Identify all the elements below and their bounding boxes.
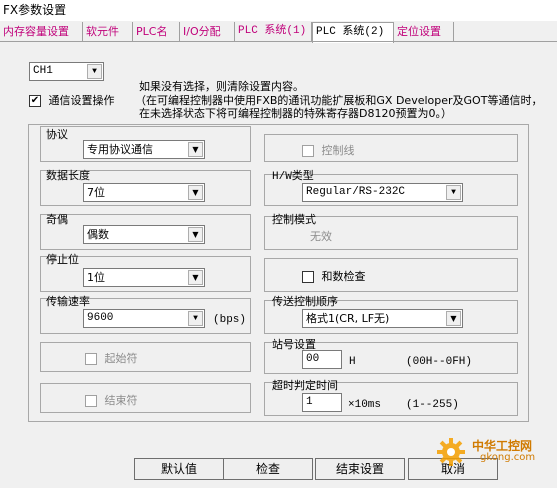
timeout-input[interactable]: 1	[302, 393, 342, 412]
trans-ctrl-label: 传送控制顺序	[272, 295, 338, 308]
tab-plc-system-2[interactable]: PLC 系统(2)	[312, 22, 394, 43]
station-range: (00H--0FH)	[406, 356, 473, 368]
protocol-select[interactable]: 专用协议通信 ▼	[83, 140, 205, 159]
end-char-checkbox[interactable]: 结束符	[85, 392, 138, 408]
hw-type-select[interactable]: Regular/RS-232C ▼	[302, 183, 463, 202]
comm-setting-checkbox[interactable]: ✔ 通信设置操作	[29, 92, 115, 108]
start-char-checkbox[interactable]: 起始符	[85, 350, 138, 366]
tab-plc-name[interactable]: PLC名	[133, 22, 180, 42]
window-title: FX参数设置	[0, 0, 557, 21]
baud-rate-label: 传输速率	[46, 295, 90, 308]
parity-value: 偶数	[87, 228, 109, 241]
data-length-select[interactable]: 7位 ▼	[83, 183, 205, 202]
gkong-watermark: 中华工控网 gkong.com	[436, 435, 552, 467]
hw-type-label: H/W类型	[272, 171, 314, 183]
hw-type-value: Regular/RS-232C	[306, 186, 406, 198]
checkbox-checked-icon: ✔	[29, 95, 41, 107]
control-line-label: 控制线	[321, 144, 355, 157]
baud-rate-value: 9600	[87, 312, 114, 324]
stop-bit-value: 1位	[87, 271, 105, 284]
chevron-down-icon: ▼	[188, 270, 203, 285]
start-char-group	[40, 342, 251, 372]
start-char-label: 起始符	[104, 352, 138, 365]
chevron-down-icon: ▼	[446, 185, 461, 200]
data-length-value: 7位	[87, 186, 105, 199]
end-setting-button[interactable]: 结束设置	[315, 458, 405, 480]
data-length-label: 数据长度	[46, 169, 90, 182]
watermark-url: gkong.com	[480, 452, 536, 463]
check-button[interactable]: 检查	[223, 458, 313, 480]
checkbox-icon	[302, 145, 314, 157]
chevron-down-icon: ▼	[188, 185, 203, 200]
protocol-value: 专用协议通信	[87, 143, 153, 156]
control-mode-label: 控制模式	[272, 213, 316, 226]
station-unit: H	[349, 356, 356, 368]
checkbox-icon	[302, 271, 314, 283]
checksum-checkbox[interactable]: 和数检查	[302, 268, 366, 284]
baud-rate-unit: (bps)	[213, 314, 247, 326]
timeout-label: 超时判定时间	[272, 379, 338, 392]
tab-memory-capacity[interactable]: 内存容量设置	[0, 22, 83, 42]
timeout-range: (1--255)	[406, 399, 459, 411]
parity-select[interactable]: 偶数 ▼	[83, 225, 205, 244]
control-mode-value: 无效	[310, 230, 332, 243]
default-button[interactable]: 默认值	[134, 458, 224, 480]
end-char-label: 结束符	[104, 394, 138, 407]
end-char-group	[40, 383, 251, 413]
control-line-checkbox[interactable]: 控制线	[302, 142, 355, 158]
tab-io-assignment[interactable]: I/O分配	[180, 22, 235, 42]
tab-plc-system-1[interactable]: PLC 系统(1)	[235, 22, 312, 42]
tab-positioning[interactable]: 定位设置	[394, 22, 454, 42]
comm-note-line3: 在未选择状态下将可编程控制器的特殊寄存器D8120预置为0。）	[139, 107, 452, 120]
chevron-down-icon: ▼	[188, 227, 203, 242]
chevron-down-icon: ▼	[446, 311, 461, 326]
chevron-down-icon: ▼	[188, 142, 203, 157]
checksum-label: 和数检查	[321, 270, 366, 283]
trans-ctrl-select[interactable]: 格式1(CR, LF无) ▼	[302, 309, 463, 328]
comm-setting-label: 通信设置操作	[48, 94, 115, 107]
station-input[interactable]: 00	[302, 350, 342, 369]
gear-icon	[437, 438, 465, 466]
tab-devices[interactable]: 软元件	[83, 22, 133, 42]
baud-rate-select[interactable]: 9600 ▼	[83, 309, 205, 328]
chevron-down-icon: ▼	[87, 64, 102, 79]
chevron-down-icon: ▼	[188, 311, 203, 326]
checkbox-icon	[85, 353, 97, 365]
tab-divider	[0, 41, 557, 42]
stop-bit-select[interactable]: 1位 ▼	[83, 268, 205, 287]
protocol-label: 协议	[46, 128, 68, 141]
checkbox-icon	[85, 395, 97, 407]
channel-select[interactable]: CH1 ▼	[29, 62, 104, 81]
timeout-unit: ×10ms	[348, 399, 382, 411]
parity-label: 奇偶	[46, 213, 68, 226]
stop-bit-label: 停止位	[46, 253, 79, 266]
tab-strip: 内存容量设置 软元件 PLC名 I/O分配 PLC 系统(1) PLC 系统(2…	[0, 22, 557, 43]
channel-value: CH1	[33, 65, 53, 77]
trans-ctrl-value: 格式1(CR, LF无)	[306, 312, 390, 325]
